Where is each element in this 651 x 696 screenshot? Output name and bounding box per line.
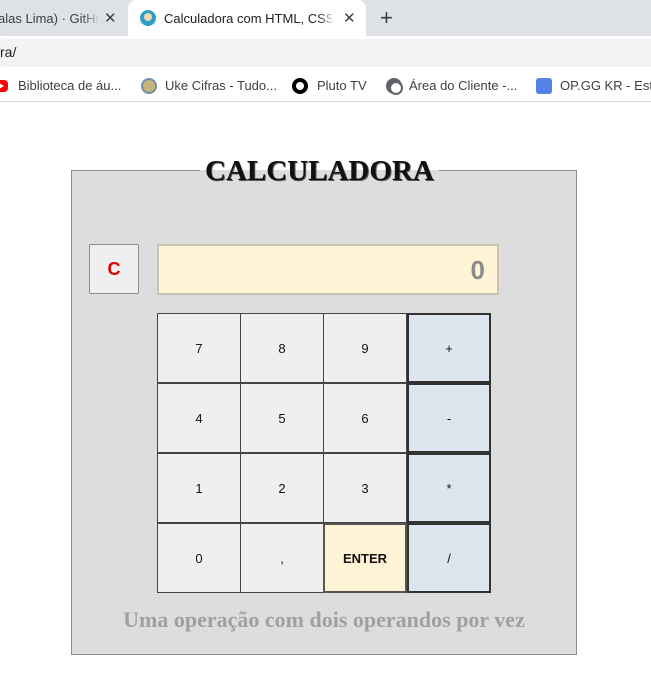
key-plus[interactable]: + [407, 313, 491, 383]
bookmark-pluto-tv[interactable]: Pluto TV [317, 78, 367, 93]
key-0[interactable]: 0 [157, 523, 241, 593]
tab-fade [82, 0, 100, 36]
bookmarks-bar: Biblioteca de áu... Uke Cifras - Tudo...… [0, 70, 651, 102]
close-icon[interactable]: ✕ [104, 9, 117, 27]
pluto-tv-icon [292, 78, 308, 94]
url-text[interactable]: ra/ [0, 44, 16, 60]
caption-text: Uma operação com dois operandos por vez [123, 607, 525, 632]
enter-button[interactable]: ENTER [323, 523, 407, 593]
key-1[interactable]: 1 [157, 453, 241, 523]
key-multiply[interactable]: * [407, 453, 491, 523]
tab-calculadora[interactable]: Calculadora com HTML, CSS e JS ✕ [128, 0, 366, 36]
uke-cifras-icon [141, 78, 157, 94]
key-6[interactable]: 6 [323, 383, 407, 453]
toolbar [0, 36, 651, 70]
keypad: 7 8 9 + 4 5 6 - 1 2 3 * 0 , ENTER / [157, 313, 491, 593]
bookmark-uke-cifras[interactable]: Uke Cifras - Tudo... [165, 78, 277, 93]
key-7[interactable]: 7 [157, 313, 241, 383]
key-comma[interactable]: , [240, 523, 324, 593]
youtube-icon [0, 80, 8, 92]
key-minus[interactable]: - [407, 383, 491, 453]
page-title: CALCULADORA [200, 155, 439, 188]
tab-title: Calculadora com HTML, CSS e JS [164, 11, 332, 26]
key-5[interactable]: 5 [240, 383, 324, 453]
opgg-icon [536, 78, 552, 94]
clear-button[interactable]: C [89, 244, 139, 294]
key-9[interactable]: 9 [323, 313, 407, 383]
close-icon[interactable]: ✕ [343, 9, 356, 27]
globe-icon [386, 78, 403, 95]
bookmark-opgg[interactable]: OP.GG KR - Esta [560, 78, 651, 93]
bookmark-area-cliente[interactable]: Área do Cliente -... [409, 78, 517, 93]
key-divide[interactable]: / [407, 523, 491, 593]
bookmark-biblioteca[interactable]: Biblioteca de áu... [18, 78, 121, 93]
tab-github[interactable]: alas Lima) · GitHub ✕ [0, 0, 126, 36]
key-8[interactable]: 8 [240, 313, 324, 383]
address-bar[interactable] [0, 39, 651, 67]
avatar-favicon-icon [140, 10, 156, 26]
calculator-display: 0 [157, 244, 499, 295]
key-2[interactable]: 2 [240, 453, 324, 523]
new-tab-button[interactable]: + [380, 5, 393, 31]
key-4[interactable]: 4 [157, 383, 241, 453]
key-3[interactable]: 3 [323, 453, 407, 523]
tab-fade [318, 0, 336, 36]
tab-strip: alas Lima) · GitHub ✕ Calculadora com HT… [0, 0, 651, 36]
